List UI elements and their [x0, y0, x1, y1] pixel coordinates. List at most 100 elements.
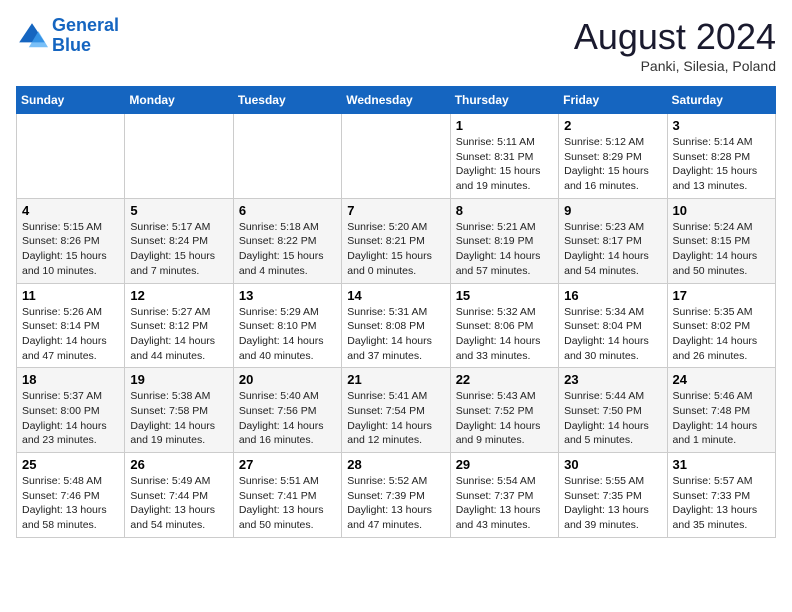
- calendar-cell: [342, 114, 450, 199]
- title-block: August 2024 Panki, Silesia, Poland: [574, 16, 776, 74]
- day-number: 20: [239, 372, 336, 387]
- calendar-cell: 28Sunrise: 5:52 AMSunset: 7:39 PMDayligh…: [342, 453, 450, 538]
- day-info: Sunrise: 5:44 AMSunset: 7:50 PMDaylight:…: [564, 389, 661, 448]
- calendar-cell: 31 Sunrise: 5:57 AMSunset: 7:33 PMDayligh…: [667, 453, 775, 538]
- day-number: 23: [564, 372, 661, 387]
- day-info: Sunrise: 5:51 AMSunset: 7:41 PMDaylight:…: [239, 474, 336, 533]
- calendar-week-row: 1 Sunrise: 5:11 AMSunset: 8:31 PMDaylight…: [17, 114, 776, 199]
- calendar-cell: 12 Sunrise: 5:27 AMSunset: 8:12 PMDayligh…: [125, 283, 233, 368]
- day-number: 15: [456, 288, 553, 303]
- month-title: August 2024: [574, 16, 776, 58]
- calendar-cell: 13 Sunrise: 5:29 AMSunset: 8:10 PMDayligh…: [233, 283, 341, 368]
- calendar-cell: 1 Sunrise: 5:11 AMSunset: 8:31 PMDaylight…: [450, 114, 558, 199]
- calendar-week-row: 11 Sunrise: 5:26 AMSunset: 8:14 PMDayligh…: [17, 283, 776, 368]
- calendar-cell: 19 Sunrise: 5:38 AMSunset: 7:58 PMDayligh…: [125, 368, 233, 453]
- calendar-cell: 6 Sunrise: 5:18 AMSunset: 8:22 PMDaylight…: [233, 198, 341, 283]
- day-number: 5: [130, 203, 227, 218]
- day-number: 7: [347, 203, 444, 218]
- calendar-cell: 18 Sunrise: 5:37 AMSunset: 8:00 PMDayligh…: [17, 368, 125, 453]
- calendar-cell: 10 Sunrise: 5:24 AMSunset: 8:15 PMDayligh…: [667, 198, 775, 283]
- day-number: 24: [673, 372, 770, 387]
- logo-line1: General: [52, 15, 119, 35]
- calendar-table: SundayMondayTuesdayWednesdayThursdayFrid…: [16, 86, 776, 538]
- calendar-week-row: 18 Sunrise: 5:37 AMSunset: 8:00 PMDayligh…: [17, 368, 776, 453]
- logo-icon: [16, 20, 48, 52]
- day-number: 25: [22, 457, 119, 472]
- logo-text: General Blue: [52, 16, 119, 56]
- day-info: Sunrise: 5:41 AMSunset: 7:54 PMDaylight:…: [347, 389, 444, 448]
- calendar-cell: 7Sunrise: 5:20 AMSunset: 8:21 PMDaylight…: [342, 198, 450, 283]
- day-info: Sunrise: 5:29 AMSunset: 8:10 PMDaylight:…: [239, 305, 336, 364]
- calendar-week-row: 25 Sunrise: 5:48 AMSunset: 7:46 PMDayligh…: [17, 453, 776, 538]
- day-info: Sunrise: 5:27 AMSunset: 8:12 PMDaylight:…: [130, 305, 227, 364]
- day-number: 14: [347, 288, 444, 303]
- calendar-cell: 21 Sunrise: 5:41 AMSunset: 7:54 PMDayligh…: [342, 368, 450, 453]
- calendar-header-row: SundayMondayTuesdayWednesdayThursdayFrid…: [17, 87, 776, 114]
- day-number: 12: [130, 288, 227, 303]
- calendar-cell: [17, 114, 125, 199]
- day-number: 28: [347, 457, 444, 472]
- day-number: 26: [130, 457, 227, 472]
- weekday-header: Sunday: [17, 87, 125, 114]
- calendar-cell: 26 Sunrise: 5:49 AMSunset: 7:44 PMDayligh…: [125, 453, 233, 538]
- day-number: 2: [564, 118, 661, 133]
- calendar-cell: 25 Sunrise: 5:48 AMSunset: 7:46 PMDayligh…: [17, 453, 125, 538]
- calendar-cell: 17 Sunrise: 5:35 AMSunset: 8:02 PMDayligh…: [667, 283, 775, 368]
- calendar-cell: [233, 114, 341, 199]
- day-info: Sunrise: 5:38 AMSunset: 7:58 PMDaylight:…: [130, 389, 227, 448]
- calendar-cell: 3Sunrise: 5:14 AMSunset: 8:28 PMDaylight…: [667, 114, 775, 199]
- day-number: 16: [564, 288, 661, 303]
- calendar-cell: 2 Sunrise: 5:12 AMSunset: 8:29 PMDaylight…: [559, 114, 667, 199]
- day-info: Sunrise: 5:54 AMSunset: 7:37 PMDaylight:…: [456, 474, 553, 533]
- day-info: Sunrise: 5:24 AMSunset: 8:15 PMDaylight:…: [673, 220, 770, 279]
- day-number: 21: [347, 372, 444, 387]
- day-info: Sunrise: 5:11 AMSunset: 8:31 PMDaylight:…: [456, 135, 553, 194]
- day-number: 10: [673, 203, 770, 218]
- day-info: Sunrise: 5:55 AMSunset: 7:35 PMDaylight:…: [564, 474, 661, 533]
- calendar-cell: 20 Sunrise: 5:40 AMSunset: 7:56 PMDayligh…: [233, 368, 341, 453]
- day-number: 22: [456, 372, 553, 387]
- calendar-cell: 4Sunrise: 5:15 AMSunset: 8:26 PMDaylight…: [17, 198, 125, 283]
- day-number: 3: [673, 118, 770, 133]
- day-info: Sunrise: 5:40 AMSunset: 7:56 PMDaylight:…: [239, 389, 336, 448]
- day-info: Sunrise: 5:17 AMSunset: 8:24 PMDaylight:…: [130, 220, 227, 279]
- calendar-cell: 16 Sunrise: 5:34 AMSunset: 8:04 PMDayligh…: [559, 283, 667, 368]
- day-info: Sunrise: 5:48 AMSunset: 7:46 PMDaylight:…: [22, 474, 119, 533]
- day-number: 1: [456, 118, 553, 133]
- calendar-cell: 9Sunrise: 5:23 AMSunset: 8:17 PMDaylight…: [559, 198, 667, 283]
- day-info: Sunrise: 5:49 AMSunset: 7:44 PMDaylight:…: [130, 474, 227, 533]
- day-info: Sunrise: 5:18 AMSunset: 8:22 PMDaylight:…: [239, 220, 336, 279]
- calendar-cell: 29 Sunrise: 5:54 AMSunset: 7:37 PMDayligh…: [450, 453, 558, 538]
- day-info: Sunrise: 5:34 AMSunset: 8:04 PMDaylight:…: [564, 305, 661, 364]
- day-number: 29: [456, 457, 553, 472]
- calendar-cell: [125, 114, 233, 199]
- day-info: Sunrise: 5:57 AMSunset: 7:33 PMDaylight:…: [673, 474, 770, 533]
- calendar-cell: 5 Sunrise: 5:17 AMSunset: 8:24 PMDaylight…: [125, 198, 233, 283]
- day-info: Sunrise: 5:35 AMSunset: 8:02 PMDaylight:…: [673, 305, 770, 364]
- day-number: 19: [130, 372, 227, 387]
- day-number: 6: [239, 203, 336, 218]
- day-info: Sunrise: 5:15 AMSunset: 8:26 PMDaylight:…: [22, 220, 119, 279]
- calendar-cell: 22 Sunrise: 5:43 AMSunset: 7:52 PMDayligh…: [450, 368, 558, 453]
- day-info: Sunrise: 5:26 AMSunset: 8:14 PMDaylight:…: [22, 305, 119, 364]
- day-info: Sunrise: 5:37 AMSunset: 8:00 PMDaylight:…: [22, 389, 119, 448]
- day-info: Sunrise: 5:46 AMSunset: 7:48 PMDaylight:…: [673, 389, 770, 448]
- page-header: General Blue August 2024 Panki, Silesia,…: [16, 16, 776, 74]
- day-info: Sunrise: 5:31 AMSunset: 8:08 PMDaylight:…: [347, 305, 444, 364]
- day-info: Sunrise: 5:12 AMSunset: 8:29 PMDaylight:…: [564, 135, 661, 194]
- calendar-cell: 15 Sunrise: 5:32 AMSunset: 8:06 PMDayligh…: [450, 283, 558, 368]
- day-info: Sunrise: 5:21 AMSunset: 8:19 PMDaylight:…: [456, 220, 553, 279]
- logo-line2: Blue: [52, 35, 91, 55]
- calendar-cell: 24 Sunrise: 5:46 AMSunset: 7:48 PMDayligh…: [667, 368, 775, 453]
- calendar-cell: 11 Sunrise: 5:26 AMSunset: 8:14 PMDayligh…: [17, 283, 125, 368]
- day-number: 13: [239, 288, 336, 303]
- weekday-header: Wednesday: [342, 87, 450, 114]
- day-number: 31: [673, 457, 770, 472]
- day-number: 11: [22, 288, 119, 303]
- day-info: Sunrise: 5:32 AMSunset: 8:06 PMDaylight:…: [456, 305, 553, 364]
- day-number: 17: [673, 288, 770, 303]
- weekday-header: Saturday: [667, 87, 775, 114]
- day-number: 18: [22, 372, 119, 387]
- day-info: Sunrise: 5:43 AMSunset: 7:52 PMDaylight:…: [456, 389, 553, 448]
- day-info: Sunrise: 5:23 AMSunset: 8:17 PMDaylight:…: [564, 220, 661, 279]
